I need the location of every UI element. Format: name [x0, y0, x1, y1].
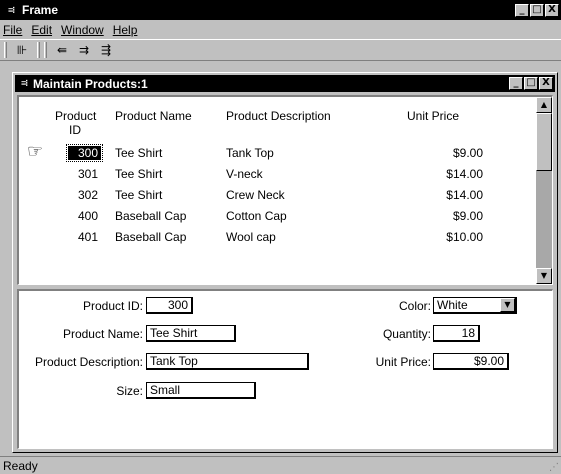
child-title-bar[interactable]: ≡⁝ Maintain Products:1 _ □ X [15, 75, 555, 92]
minimize-button[interactable]: _ [515, 3, 529, 17]
product-name-label: Product Name: [62, 327, 143, 341]
menu-bar: File Edit Window Help [0, 21, 561, 39]
cell-unit-price: $14.00 [446, 167, 483, 181]
color-label: Color: [398, 299, 431, 313]
product-id-label: Product ID: [82, 299, 143, 313]
child-minimize-button[interactable]: _ [509, 77, 523, 90]
cell-product-name: Tee Shirt [115, 167, 163, 181]
toolbar-separator [37, 42, 40, 58]
cell-unit-price: $9.00 [452, 209, 483, 223]
cell-unit-price: $9.00 [452, 146, 483, 160]
cell-product-id: 400 [77, 209, 98, 223]
close-button[interactable]: X [545, 3, 559, 17]
child-window-title: Maintain Products:1 [33, 76, 148, 91]
table-row[interactable]: 401 Baseball Cap Wool cap $10.00 [19, 227, 534, 248]
cell-product-name: Baseball Cap [115, 209, 187, 223]
exit-icon[interactable]: ⊪ [11, 41, 33, 59]
cell-product-description: Cotton Cap [226, 209, 287, 223]
cell-product-id-text: 300 [65, 144, 104, 162]
size-field[interactable]: Small [146, 382, 256, 399]
cell-product-id: 301 [77, 167, 98, 181]
cell-product-name: Tee Shirt [115, 188, 163, 202]
list-vertical-scrollbar[interactable]: ▲ ▼ [536, 97, 552, 284]
column-header-product-id: Product ID [55, 109, 97, 137]
menu-file-label: File [3, 23, 23, 37]
size-label: Size: [116, 384, 143, 398]
delete-row-icon[interactable]: ⇶ [95, 41, 117, 59]
quantity-field[interactable]: 18 [433, 325, 480, 342]
status-text: Ready [3, 459, 38, 473]
column-header-unit-price: Unit Price [407, 109, 460, 123]
child-maximize-button[interactable]: □ [524, 77, 538, 90]
mdi-client-area: ≡⁝ Maintain Products:1 _ □ X Product ID … [0, 62, 561, 456]
cell-product-description: Crew Neck [226, 188, 285, 202]
cell-product-id: 401 [77, 230, 98, 244]
frame-title-bar[interactable]: ≡⁝ Frame _ □ X [0, 0, 561, 20]
cell-product-description: Tank Top [226, 146, 274, 160]
column-header-product-description: Product Description [226, 109, 331, 123]
cell-product-id[interactable]: 300 [57, 144, 104, 162]
color-value: White [437, 298, 468, 312]
cell-product-description: Wool cap [226, 230, 276, 244]
cell-product-name: Tee Shirt [115, 146, 163, 160]
table-row[interactable]: 301 Tee Shirt V-neck $14.00 [19, 164, 534, 185]
resize-grip-icon[interactable]: ⋰ [549, 462, 559, 473]
toolbar-grip[interactable] [4, 42, 7, 58]
scroll-up-arrow-icon[interactable]: ▲ [536, 97, 552, 113]
product-id-field[interactable]: 300 [146, 297, 193, 314]
cell-unit-price: $10.00 [446, 230, 483, 244]
unit-price-label: Unit Price: [375, 355, 431, 369]
child-system-menu-icon[interactable]: ≡⁝ [15, 75, 33, 92]
maintain-products-window: ≡⁝ Maintain Products:1 _ □ X Product ID … [12, 72, 558, 453]
product-description-label: Product Description: [34, 355, 143, 369]
color-dropdown-arrow-icon[interactable]: ▼ [500, 298, 515, 312]
color-dropdown[interactable]: White ▼ [433, 297, 517, 314]
child-close-button[interactable]: X [539, 77, 553, 90]
maximize-button[interactable]: □ [530, 3, 544, 17]
toolbar-grip-2[interactable] [44, 42, 47, 58]
insert-row-icon[interactable]: ⇉ [73, 41, 95, 59]
cell-product-id: 302 [77, 188, 98, 202]
column-header-product-id-line2: ID [69, 123, 81, 137]
column-header-product-name: Product Name [115, 109, 192, 123]
cell-product-name: Baseball Cap [115, 230, 187, 244]
cell-product-description: V-neck [226, 167, 263, 181]
table-row[interactable]: ☞ 300 Tee Shirt Tank Top $9.00 [19, 141, 534, 164]
product-list[interactable]: Product ID Product Name Product Descript… [17, 95, 553, 285]
menu-help[interactable]: Help [113, 23, 138, 37]
product-detail-form: Product ID: 300 Product Name: Tee Shirt … [17, 289, 553, 449]
menu-window[interactable]: Window [61, 23, 104, 37]
cell-unit-price: $14.00 [446, 188, 483, 202]
row-pointer-hand-icon: ☞ [27, 141, 44, 162]
table-row[interactable]: 302 Tee Shirt Crew Neck $14.00 [19, 185, 534, 206]
scroll-track[interactable] [536, 171, 552, 268]
table-row[interactable]: 400 Baseball Cap Cotton Cap $9.00 [19, 206, 534, 227]
status-bar: Ready ⋰ [0, 456, 561, 474]
product-name-field[interactable]: Tee Shirt [146, 325, 236, 342]
retrieve-icon[interactable]: ⇚ [51, 41, 73, 59]
menu-edit[interactable]: Edit [31, 23, 52, 37]
window-title: Frame [22, 3, 59, 17]
menu-window-label: Window [61, 23, 104, 37]
menu-edit-label: Edit [31, 23, 53, 37]
quantity-label: Quantity: [382, 327, 431, 341]
column-header-product-id-line1: Product [55, 109, 97, 123]
scroll-thumb[interactable] [536, 113, 552, 171]
menu-help-label: Help [112, 23, 138, 37]
unit-price-field[interactable]: $9.00 [433, 353, 509, 370]
scroll-down-arrow-icon[interactable]: ▼ [536, 268, 552, 284]
toolbar: ⊪ ⇚ ⇉ ⇶ [0, 39, 561, 61]
product-description-field[interactable]: Tank Top [146, 353, 309, 370]
system-menu-icon[interactable]: ≡⁝ [0, 0, 22, 20]
menu-file[interactable]: File [3, 23, 22, 37]
